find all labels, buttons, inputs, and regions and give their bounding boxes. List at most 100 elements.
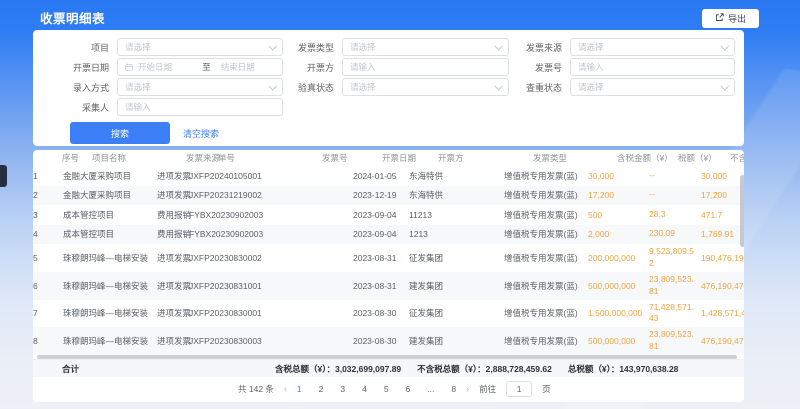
cell-invoice-type: 增值税专用发票(蓝)	[504, 189, 588, 201]
chevron-down-icon	[268, 42, 276, 50]
clear-search-link[interactable]: 清空搜索	[183, 127, 219, 140]
chevron-down-icon	[494, 82, 502, 90]
cell-amount-excl-tax: 476,190,476.19	[701, 281, 744, 291]
cell-issuer: 建发集团	[409, 280, 504, 292]
dup-check-status-select[interactable]: 请选择	[570, 78, 735, 96]
cell-index: 6	[33, 281, 63, 291]
cell-index: 7	[33, 308, 63, 318]
cell-tax: 9,523,809.52	[649, 246, 701, 270]
goto-unit-label: 页	[542, 383, 551, 395]
issuer-label: 开票方	[283, 61, 334, 74]
cell-project-name: 珠穆朗玛峰—电梯安装	[63, 280, 157, 292]
goto-label: 前往	[479, 383, 496, 395]
date-separator: 至	[192, 61, 221, 73]
total-tax: 总税额（¥）：143,970,638.28	[568, 363, 679, 375]
page-number[interactable]: 6	[406, 384, 411, 394]
cell-invoice-source: 进项发票	[157, 189, 189, 201]
cell-amount-excl-tax: 17,200	[701, 190, 744, 200]
left-drawer-handle[interactable]	[0, 165, 7, 187]
cell-amount-incl-tax: 500	[588, 210, 649, 220]
cell-tax: --	[649, 170, 701, 182]
cell-amount-incl-tax: 1,500,000,000	[588, 308, 649, 318]
table-body: 1 金融大厦采购项目 进项发票 JXFP20240105001 2024-01-…	[33, 166, 744, 355]
verify-status-select[interactable]: 请选择	[342, 78, 509, 96]
summary-label: 合计	[33, 363, 79, 375]
issuer-input[interactable]: 请输入	[342, 58, 509, 76]
cell-invoice-date: 2023-08-30	[353, 336, 409, 346]
cell-amount-excl-tax: 476,190,476.19	[701, 336, 744, 346]
page-number[interactable]: 4	[362, 384, 367, 394]
column-header: 发票类型	[533, 152, 617, 164]
column-header: 单号	[218, 152, 322, 164]
table-row[interactable]: 2 金融大厦采购项目 进项发票 JXFP20231219002 2023-12-…	[33, 186, 744, 206]
export-button[interactable]: 导出	[702, 9, 759, 28]
cell-index: 2	[33, 190, 63, 200]
cell-project-name: 珠穆朗玛峰—电梯安装	[63, 307, 157, 319]
cell-invoice-source: 进项发票	[157, 280, 189, 292]
page-number[interactable]: ...	[427, 384, 434, 394]
cell-invoice-type: 增值税专用发票(蓝)	[504, 280, 588, 292]
page-number[interactable]: 5	[384, 384, 389, 394]
cell-issuer: 11213	[409, 210, 504, 220]
cell-issuer: 1213	[409, 229, 504, 239]
page-number[interactable]: 1	[297, 384, 302, 394]
page-number[interactable]: 2	[319, 384, 324, 394]
column-header: 发票来源	[186, 152, 218, 164]
cell-order-no: JXFP20230830002	[189, 253, 293, 263]
next-page-icon[interactable]: ›	[466, 384, 469, 394]
project-select[interactable]: 请选择	[117, 38, 283, 56]
cell-amount-excl-tax: 190,476,190.48	[701, 253, 744, 263]
cell-project-name: 金融大厦采购项目	[63, 189, 157, 201]
goto-page-input[interactable]	[506, 381, 532, 397]
invoice-date-range-picker[interactable]: 开始日期 至 结束日期	[117, 58, 283, 76]
table-row[interactable]: 4 成本管控项目 费用报销 FYBX20230902003 2023-09-04…	[33, 225, 744, 245]
prev-page-icon[interactable]: ‹	[284, 384, 287, 394]
date-end-placeholder: 结束日期	[221, 61, 275, 73]
project-label: 项目	[33, 41, 109, 54]
column-header: 项目名称	[92, 152, 186, 164]
page-number[interactable]: 3	[340, 384, 345, 394]
collector-input[interactable]: 请输入	[117, 98, 283, 116]
page-number[interactable]: 8	[451, 384, 456, 394]
table-row[interactable]: 6 珠穆朗玛峰—电梯安装 进项发票 JXFP20230831001 2023-0…	[33, 272, 744, 300]
vertical-scrollbar[interactable]	[740, 175, 744, 247]
cell-order-no: JXFP20230830003	[189, 336, 293, 346]
chevron-down-icon	[494, 42, 502, 50]
cell-index: 5	[33, 253, 63, 263]
cell-invoice-date: 2023-08-31	[353, 281, 409, 291]
table-row[interactable]: 7 珠穆朗玛峰—电梯安装 进项发票 JXFP20230830001 2023-0…	[33, 300, 744, 328]
column-header: 开票日期	[382, 152, 438, 164]
table-row[interactable]: 1 金融大厦采购项目 进项发票 JXFP20240105001 2024-01-…	[33, 166, 744, 186]
cell-amount-excl-tax: 1,769.91	[701, 229, 744, 239]
cell-invoice-type: 增值税专用发票(蓝)	[504, 209, 588, 221]
cell-order-no: JXFP20240105001	[189, 171, 293, 181]
invoice-source-select[interactable]: 请选择	[570, 38, 735, 56]
entry-method-select[interactable]: 请选择	[117, 78, 283, 96]
cell-invoice-type: 增值税专用发票(蓝)	[504, 170, 588, 182]
date-start-placeholder: 开始日期	[138, 61, 192, 73]
cell-invoice-source: 进项发票	[157, 170, 189, 182]
cell-invoice-type: 增值税专用发票(蓝)	[504, 228, 588, 240]
table-row[interactable]: 3 成本管控项目 费用报销 FYBX20230902003 2023-09-04…	[33, 205, 744, 225]
cell-invoice-source: 费用报销	[157, 228, 189, 240]
invoice-source-label: 发票来源	[509, 41, 562, 54]
cell-tax: 71,428,571.43	[649, 302, 701, 326]
cell-amount-incl-tax: 2,000	[588, 229, 649, 239]
cell-project-name: 珠穆朗玛峰—电梯安装	[63, 335, 157, 347]
cell-invoice-source: 进项发票	[157, 307, 189, 319]
table-row[interactable]: 8 珠穆朗玛峰—电梯安装 进项发票 JXFP20230830003 2023-0…	[33, 327, 744, 355]
cell-tax: 23,809,523.81	[649, 274, 701, 298]
column-header: 税额（¥）	[678, 152, 730, 164]
invoice-type-select[interactable]: 请选择	[342, 38, 509, 56]
cell-invoice-date: 2023-08-30	[353, 308, 409, 318]
search-button[interactable]: 搜索	[70, 122, 170, 144]
cell-invoice-source: 进项发票	[157, 335, 189, 347]
total-incl-tax: 含税总额（¥）：3,032,699,097.89	[275, 363, 401, 375]
cell-invoice-date: 2023-09-04	[353, 210, 409, 220]
invoice-no-label: 发票号	[509, 61, 562, 74]
invoice-table-panel: 序号项目名称发票来源单号发票号开票日期开票方发票类型含税金额（¥）税额（¥）不含…	[33, 150, 744, 402]
pagination-total: 共 142 条	[238, 383, 274, 395]
cell-amount-incl-tax: 17,200	[588, 190, 649, 200]
invoice-no-input[interactable]: 请输入	[570, 58, 735, 76]
table-row[interactable]: 5 珠穆朗玛峰—电梯安装 进项发票 JXFP20230830002 2023-0…	[33, 244, 744, 272]
